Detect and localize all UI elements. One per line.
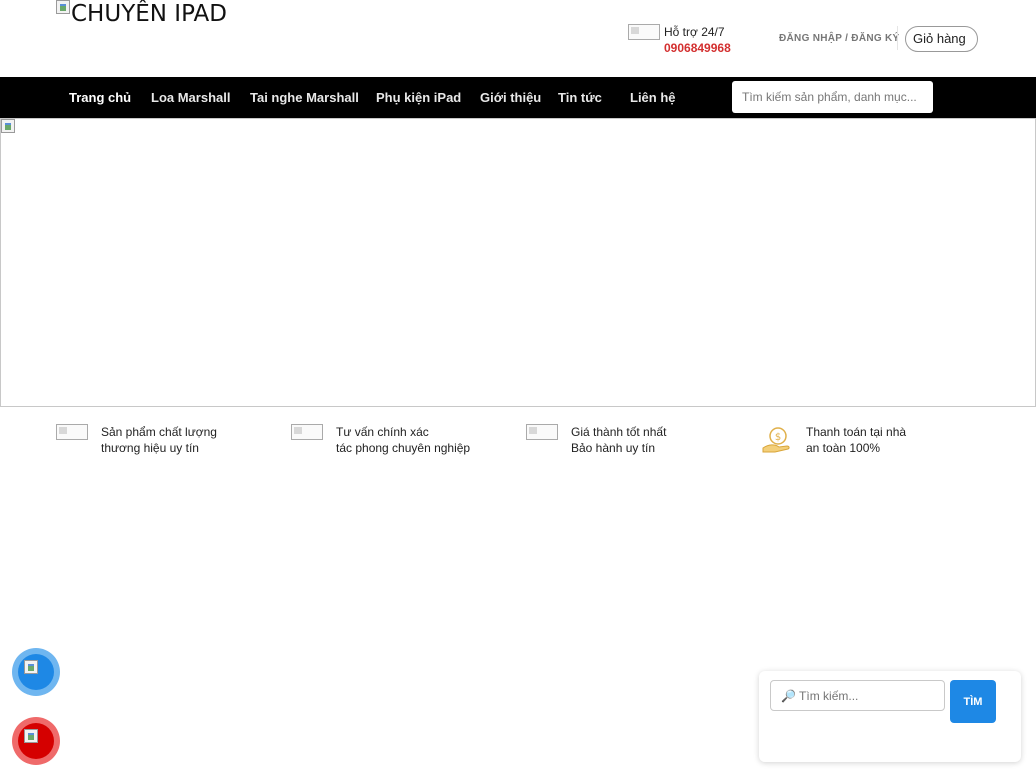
cart-button[interactable]: Giỏ hàng	[905, 26, 978, 52]
search-widget-button[interactable]: TÌM	[950, 680, 996, 723]
nav-item-marshall-headphones[interactable]: Tai nghe Marshall	[250, 90, 359, 105]
feature-title: Giá thành tốt nhất	[571, 425, 667, 439]
nav-item-about[interactable]: Giới thiệu	[480, 90, 541, 105]
features-row: Sản phẩm chất lượng thương hiệu uy tín T…	[0, 420, 1036, 470]
messenger-float-button[interactable]	[12, 648, 60, 696]
feature-subtitle: thương hiệu uy tín	[101, 441, 199, 455]
main-nav: Trang chủ Loa Marshall Tai nghe Marshall…	[0, 77, 1036, 118]
support-phone[interactable]: 0906849968	[664, 41, 731, 55]
broken-image-icon	[56, 0, 70, 14]
feature-subtitle: tác phong chuyên nghiệp	[336, 441, 471, 455]
image-icon	[291, 424, 323, 440]
logo[interactable]: CHUYÊN IPAD	[56, 0, 227, 28]
nav-item-contact[interactable]: Liên hệ	[630, 90, 676, 105]
divider	[897, 26, 898, 50]
search-widget: TÌM	[759, 671, 1021, 762]
feature-subtitle: Bảo hành uy tín	[571, 441, 656, 455]
broken-image-icon	[24, 660, 38, 674]
nav-item-home[interactable]: Trang chủ	[69, 90, 131, 105]
login-register-link[interactable]: ĐĂNG NHẬP / ĐĂNG KÝ	[779, 33, 900, 44]
image-icon	[526, 424, 558, 440]
nav-item-marshall-speakers[interactable]: Loa Marshall	[151, 90, 230, 105]
feature-title: Tư vấn chính xác	[336, 425, 429, 439]
headset-icon	[628, 24, 660, 40]
coin-hand-icon: $	[762, 427, 790, 453]
search-widget-input[interactable]	[770, 680, 945, 711]
feature-subtitle: an toàn 100%	[806, 441, 881, 455]
feature-title: Sản phẩm chất lượng	[101, 425, 217, 439]
logo-alt-text: CHUYÊN IPAD	[71, 1, 227, 27]
broken-image-icon	[1, 119, 15, 133]
nav-item-news[interactable]: Tin tức	[558, 90, 602, 105]
feature-title: Thanh toán tại nhà	[806, 425, 907, 439]
support-label: Hỗ trợ 24/7	[664, 25, 725, 39]
phone-float-button[interactable]	[12, 717, 60, 765]
broken-image-icon	[24, 729, 38, 743]
site-header: CHUYÊN IPAD Hỗ trợ 24/7 0906849968 ĐĂNG …	[0, 0, 1036, 77]
hero-banner[interactable]	[0, 118, 1036, 407]
support-hotline[interactable]: Hỗ trợ 24/7 0906849968	[628, 24, 748, 58]
svg-text:$: $	[775, 432, 781, 443]
image-icon	[56, 424, 88, 440]
nav-item-ipad-accessories[interactable]: Phụ kiện iPad	[376, 90, 461, 105]
nav-search-input[interactable]	[732, 81, 933, 113]
